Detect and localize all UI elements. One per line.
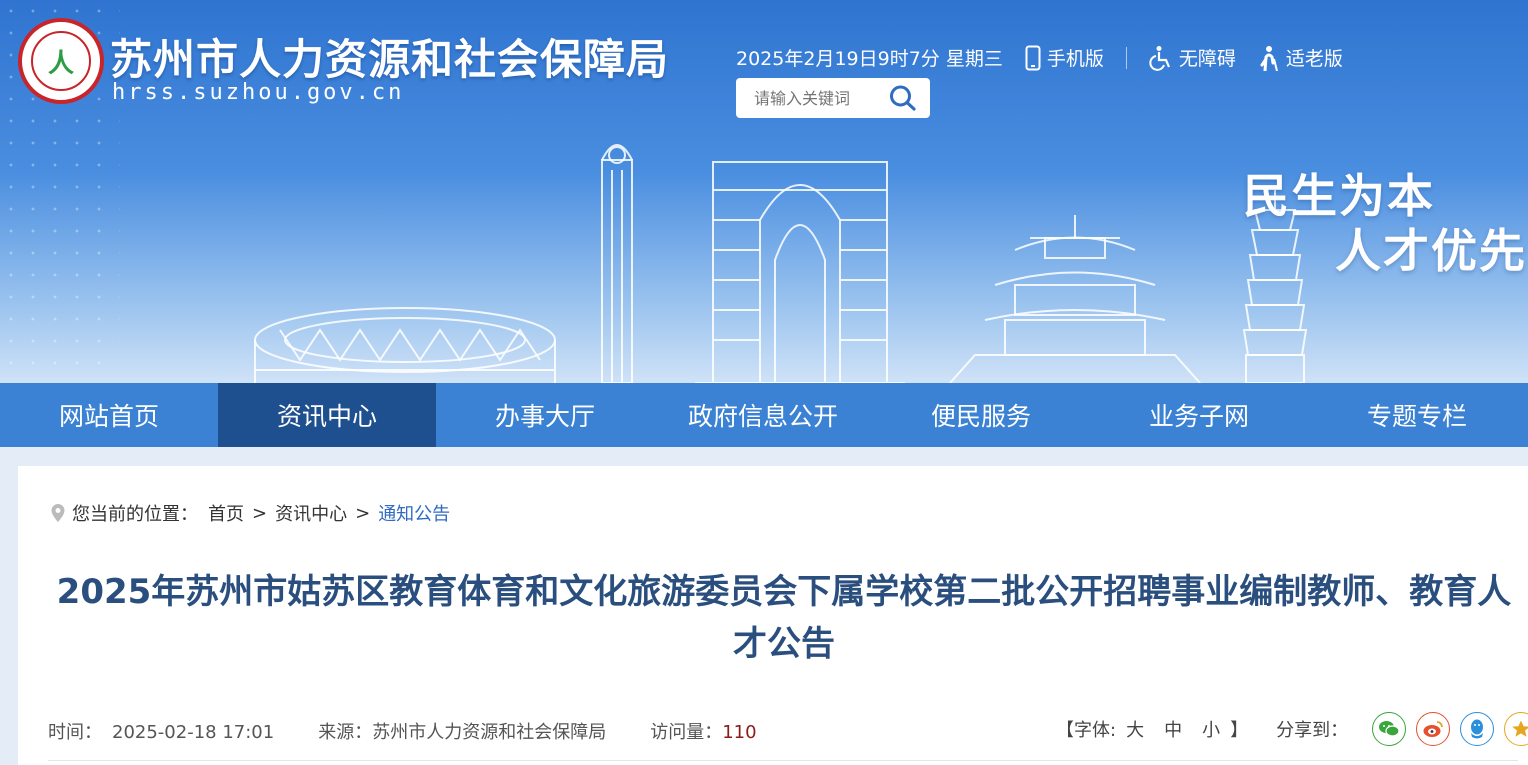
article-tools: 【字体: 大 中 小 】 分享到：: [1056, 712, 1528, 746]
site-title[interactable]: 苏州市人力资源和社会保障局: [110, 26, 669, 87]
publish-time-label: 时间：: [48, 722, 102, 743]
font-size-prefix: 【字体:: [1056, 720, 1117, 741]
site-logo[interactable]: 人: [18, 18, 104, 104]
view-count-label: 访问量：: [650, 722, 723, 743]
meta-divider: [48, 760, 1518, 761]
current-datetime: 2025年2月19日9时7分 星期三: [736, 48, 1003, 70]
breadcrumb-separator: >: [355, 502, 371, 524]
mobile-phone-icon: [1025, 45, 1041, 70]
view-count: 访问量：110: [650, 718, 756, 744]
breadcrumb-separator: >: [252, 502, 268, 524]
share-favorite-button[interactable]: [1504, 712, 1528, 746]
font-size-suffix: 】: [1230, 720, 1249, 741]
nav-tab-business-subsites[interactable]: 业务子网: [1090, 383, 1308, 447]
divider: [1125, 46, 1127, 69]
publish-time: 时间： 2025-02-18 17:01: [48, 718, 274, 744]
weibo-icon: [1423, 721, 1443, 737]
font-size-medium-button[interactable]: 中: [1164, 716, 1182, 742]
site-url: hrss.suzhou.gov.cn: [112, 80, 405, 105]
publish-time-value: 2025-02-18 17:01: [112, 722, 275, 743]
accessibility-label: 无障碍: [1178, 48, 1236, 70]
elderly-person-icon: [1260, 45, 1278, 71]
article-meta: 时间： 2025-02-18 17:01 来源：苏州市人力资源和社会保障局 访问量…: [48, 718, 801, 744]
search-box: [736, 78, 930, 118]
nav-tab-special-topics[interactable]: 专题专栏: [1308, 383, 1526, 447]
elderly-mode-label: 适老版: [1285, 48, 1343, 70]
share-label: 分享到：: [1276, 720, 1349, 741]
breadcrumb-item-home[interactable]: 首页: [208, 500, 244, 526]
view-count-value: 110: [722, 722, 757, 743]
share-wechat-button[interactable]: [1372, 712, 1407, 746]
top-utility-bar: 2025年2月19日9时7分 星期三 手机版 无障碍 适老版: [736, 44, 1343, 71]
wheelchair-icon: [1149, 45, 1170, 71]
qq-icon: [1471, 719, 1484, 739]
mobile-version-link[interactable]: 手机版: [1025, 44, 1104, 71]
nav-tab-home[interactable]: 网站首页: [0, 383, 218, 447]
main-navigation: 网站首页 资讯中心 办事大厅 政府信息公开 便民服务 业务子网 专题专栏: [0, 383, 1528, 447]
breadcrumb: 您当前的位置： 首页 > 资讯中心 > 通知公告: [50, 500, 450, 526]
elderly-mode-link[interactable]: 适老版: [1258, 44, 1343, 71]
font-size-small-button[interactable]: 小: [1202, 716, 1220, 742]
source-value: 苏州市人力资源和社会保障局: [372, 722, 607, 743]
nav-tab-news-center[interactable]: 资讯中心: [218, 383, 436, 447]
slogan-line-2: 人才优先: [1335, 224, 1527, 278]
favorite-star-icon: [1512, 720, 1528, 737]
search-input[interactable]: [752, 87, 886, 109]
source-label: 来源：: [318, 722, 373, 743]
accessibility-link[interactable]: 无障碍: [1149, 44, 1236, 71]
search-button[interactable]: [888, 84, 918, 112]
font-size-large-button[interactable]: 大: [1126, 716, 1144, 742]
nav-tab-gov-info-disclosure[interactable]: 政府信息公开: [654, 383, 872, 447]
breadcrumb-prefix: 您当前的位置：: [72, 504, 198, 525]
article-title: 2025年苏州市姑苏区教育体育和文化旅游委员会下属学校第二批公开招聘事业编制教师…: [56, 572, 1512, 664]
breadcrumb-item-notices[interactable]: 通知公告: [378, 500, 450, 526]
nav-tab-service-hall[interactable]: 办事大厅: [436, 383, 654, 447]
nav-tab-public-services[interactable]: 便民服务: [872, 383, 1090, 447]
wechat-icon: [1379, 721, 1400, 737]
share-qq-button[interactable]: [1460, 712, 1495, 746]
location-pin-icon: [51, 504, 65, 522]
search-icon: [890, 85, 916, 111]
logo-emblem-icon: 人: [31, 31, 91, 91]
mobile-version-label: 手机版: [1046, 48, 1104, 70]
header-banner: 人 苏州市人力资源和社会保障局 hrss.suzhou.gov.cn 2025年…: [0, 0, 1528, 383]
article-source: 来源：苏州市人力资源和社会保障局: [318, 718, 606, 744]
share-weibo-button[interactable]: [1416, 712, 1451, 746]
breadcrumb-item-news-center[interactable]: 资讯中心: [275, 500, 347, 526]
